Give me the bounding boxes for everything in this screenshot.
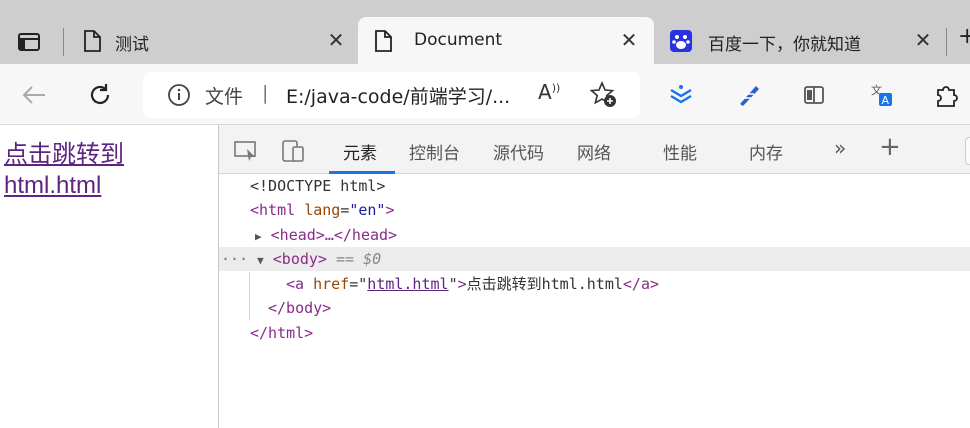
- inspect-element-icon[interactable]: [233, 140, 259, 166]
- browser-toolbar: 文件 | E:/java-code/前端学习/... A)) 文A: [0, 64, 970, 125]
- devtools-search-box[interactable]: [965, 137, 970, 165]
- dom-html-close[interactable]: </html>: [250, 321, 313, 345]
- more-tabs-icon[interactable]: »: [834, 136, 846, 160]
- tab-label: Document: [414, 30, 503, 50]
- devtools-tab-console[interactable]: 控制台: [409, 139, 460, 164]
- devtools-tab-elements[interactable]: 元素: [343, 139, 377, 164]
- devtools-panel: 元素 控制台 源代码 网络 性能 内存 » + <!DOCTYPE html> …: [218, 125, 970, 428]
- page-icon: [374, 30, 394, 52]
- dom-doctype[interactable]: <!DOCTYPE html>: [250, 174, 385, 198]
- devtools-toolbar: 元素 控制台 源代码 网络 性能 内存 » +: [219, 125, 970, 174]
- expand-triangle-icon[interactable]: ▶: [255, 230, 262, 243]
- translate-icon[interactable]: 文A: [864, 78, 898, 112]
- extension-lanhu-icon[interactable]: [664, 78, 698, 112]
- back-icon[interactable]: [17, 78, 51, 112]
- page-link[interactable]: 点击跳转到html.html: [4, 139, 184, 201]
- devtools-tab-memory[interactable]: 内存: [749, 139, 783, 164]
- tab-test[interactable]: 测试 ✕: [67, 17, 357, 64]
- devtools-tab-network[interactable]: 网络: [577, 139, 611, 164]
- more-options-icon[interactable]: ···: [221, 250, 248, 268]
- tab-strip: 测试 ✕ Document ✕ 百度一下，你就知道 ✕ +: [0, 0, 970, 64]
- add-tool-icon[interactable]: +: [879, 132, 901, 162]
- reading-view-icon[interactable]: [797, 78, 831, 112]
- close-icon[interactable]: ✕: [323, 27, 349, 53]
- tab-label: 百度一下，你就知道: [708, 35, 861, 55]
- baidu-paw-icon: [670, 30, 692, 52]
- info-icon[interactable]: [167, 83, 191, 112]
- indent-guide: [249, 272, 250, 320]
- selected-node-marker: == $0: [336, 250, 382, 268]
- new-tab-icon[interactable]: +: [958, 24, 970, 49]
- dom-body-close[interactable]: </body>: [268, 296, 331, 320]
- page-viewport: 点击跳转到html.html: [0, 125, 218, 428]
- refresh-icon[interactable]: [83, 78, 117, 112]
- dom-anchor[interactable]: <a href="html.html">点击跳转到html.html</a>: [286, 272, 659, 296]
- devtools-tab-sources[interactable]: 源代码: [493, 139, 544, 164]
- tab-actions-icon[interactable]: [12, 25, 46, 59]
- address-url[interactable]: E:/java-code/前端学习/...: [286, 82, 510, 109]
- dom-html-open[interactable]: <html lang="en">: [250, 198, 395, 222]
- tab-baidu[interactable]: 百度一下，你就知道 ✕: [654, 17, 944, 64]
- page-icon: [83, 30, 103, 52]
- tab-label: 测试: [115, 35, 149, 55]
- tab-separator: [63, 28, 64, 56]
- add-favorite-icon[interactable]: [589, 80, 618, 114]
- extensions-puzzle-icon[interactable]: [929, 78, 963, 112]
- close-icon[interactable]: ✕: [616, 27, 642, 53]
- tab-document[interactable]: Document ✕: [358, 17, 654, 64]
- href-link[interactable]: html.html: [367, 275, 448, 293]
- dom-head[interactable]: ▶ <head>…</head>: [255, 223, 397, 247]
- tab-separator: [946, 28, 947, 56]
- address-divider: |: [262, 82, 269, 104]
- svg-text:A: A: [882, 94, 890, 107]
- close-icon[interactable]: ✕: [910, 27, 936, 53]
- address-scheme-label: 文件: [205, 86, 244, 108]
- dom-body-open[interactable]: ··· ▼ <body> == $0: [221, 247, 381, 271]
- read-aloud-icon[interactable]: A)): [538, 80, 560, 104]
- device-emulation-icon[interactable]: [281, 139, 307, 167]
- address-bar[interactable]: 文件 | E:/java-code/前端学习/... A)): [143, 72, 640, 118]
- devtools-tab-performance[interactable]: 性能: [663, 139, 697, 164]
- collapse-triangle-icon[interactable]: ▼: [257, 254, 264, 267]
- extension-pen-icon[interactable]: [732, 78, 766, 112]
